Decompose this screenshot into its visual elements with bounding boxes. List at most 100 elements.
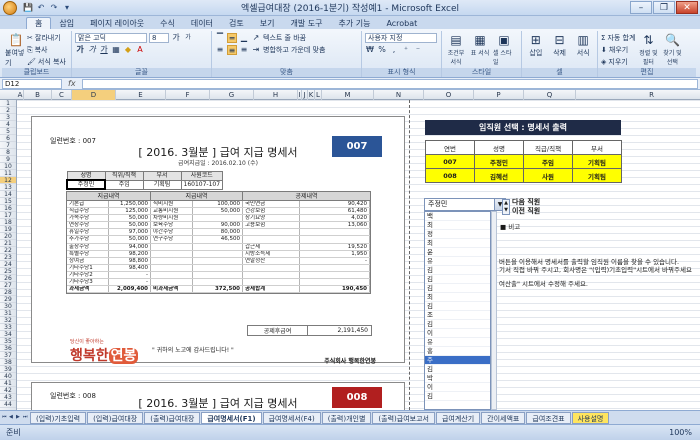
- sheet-tab[interactable]: 급여계산기: [435, 411, 481, 424]
- align-bottom-icon[interactable]: ▁: [239, 33, 249, 43]
- row-header-20[interactable]: 20: [0, 233, 16, 240]
- column-header-c[interactable]: C: [52, 90, 72, 100]
- pay-cell[interactable]: 2,009,400: [109, 286, 151, 293]
- row-header-16[interactable]: 16: [0, 205, 16, 212]
- wrap-text-button[interactable]: 텍스트 줄 바꿈: [263, 33, 306, 43]
- sheet-tab[interactable]: (출력)급여대장: [144, 411, 201, 424]
- pay-cell[interactable]: 비과세금액: [151, 286, 193, 293]
- formula-input[interactable]: [81, 78, 698, 89]
- row-header-33[interactable]: 33: [0, 324, 16, 331]
- column-header-l[interactable]: L: [315, 90, 322, 100]
- pay-cell[interactable]: -: [300, 257, 370, 264]
- number-format-combo[interactable]: 사용자 지정: [365, 33, 437, 43]
- pay-cell[interactable]: 98,800: [109, 257, 151, 264]
- pay-cell[interactable]: [193, 279, 243, 286]
- customize-qat-icon[interactable]: ▾: [62, 3, 72, 13]
- fx-icon[interactable]: fx: [68, 79, 76, 88]
- pay-cell[interactable]: -: [109, 279, 151, 286]
- sheet-tab[interactable]: (출력)개인별: [321, 411, 372, 424]
- sheet-tab[interactable]: 간이세액표: [481, 411, 526, 424]
- pay-cell[interactable]: 식비지원: [151, 201, 193, 208]
- pay-cell[interactable]: 공제합계: [243, 286, 300, 293]
- last-sheet-icon[interactable]: ⏭: [23, 413, 29, 422]
- pay-cell[interactable]: 휴일수당: [67, 229, 109, 236]
- tab-review[interactable]: 검토: [221, 17, 252, 29]
- restore-button[interactable]: ❐: [653, 1, 675, 14]
- pay-cell[interactable]: 46,500: [193, 236, 243, 243]
- dropdown-option[interactable]: 김: [425, 365, 490, 374]
- zoom-level[interactable]: 100%: [669, 425, 692, 440]
- autosum-button[interactable]: Σ 자동 합계: [601, 32, 635, 44]
- italic-button[interactable]: 가: [87, 45, 97, 55]
- sel-row2-position[interactable]: 사원: [523, 168, 573, 183]
- merge-center-button[interactable]: 병합하고 가운데 맞춤: [263, 45, 325, 55]
- orientation-icon[interactable]: ↗: [251, 33, 261, 43]
- fill-color-icon[interactable]: ◆: [123, 45, 133, 55]
- next-sheet-icon[interactable]: ▶: [16, 413, 22, 422]
- row-header-7[interactable]: 7: [0, 142, 16, 149]
- pay-cell[interactable]: 13,060: [300, 222, 370, 229]
- border-icon[interactable]: ▦: [111, 45, 121, 55]
- tab-developer[interactable]: 개발 도구: [282, 17, 330, 29]
- row-header-3[interactable]: 3: [0, 114, 16, 121]
- row-header-27[interactable]: 27: [0, 282, 16, 289]
- row-header-34[interactable]: 34: [0, 331, 16, 338]
- pay-cell[interactable]: 국민연금: [243, 201, 300, 208]
- row-header-1[interactable]: 1: [0, 100, 16, 107]
- column-header-p[interactable]: P: [474, 90, 524, 100]
- comma-icon[interactable]: ,: [389, 45, 399, 55]
- column-header-r[interactable]: R: [576, 90, 700, 100]
- pay-cell[interactable]: 50,000: [109, 236, 151, 243]
- pay-cell[interactable]: 갑근세: [243, 243, 300, 250]
- pay-cell[interactable]: [151, 243, 193, 250]
- pay-cell[interactable]: [243, 236, 300, 243]
- pay-cell[interactable]: 상여금: [67, 257, 109, 264]
- employee-dropdown-list[interactable]: 백최정최윤유김김김최김조김이유홍주김박이김: [424, 211, 491, 410]
- row-header-2[interactable]: 2: [0, 107, 16, 114]
- grow-font-button[interactable]: 가: [171, 33, 181, 43]
- row-header-9[interactable]: 9: [0, 156, 16, 163]
- pay-cell[interactable]: 고용보험: [243, 222, 300, 229]
- pay-cell[interactable]: 50,000: [193, 208, 243, 215]
- row-header-10[interactable]: 10: [0, 163, 16, 170]
- emp-dept-cell[interactable]: 기획팀: [142, 179, 182, 190]
- align-middle-icon[interactable]: ═: [227, 33, 237, 43]
- font-size-combo[interactable]: 8: [149, 33, 169, 43]
- percent-icon[interactable]: %: [377, 45, 387, 55]
- delete-cells-button[interactable]: ⊟ 삭제: [549, 32, 571, 58]
- pay-cell[interactable]: -: [109, 271, 151, 279]
- column-header-a[interactable]: A: [17, 90, 24, 100]
- dropdown-option[interactable]: 이: [425, 383, 490, 392]
- sheet-tab[interactable]: 급여명세서(F4): [262, 411, 321, 424]
- row-header-24[interactable]: 24: [0, 261, 16, 268]
- pay-cell[interactable]: [300, 271, 370, 279]
- tab-acrobat[interactable]: Acrobat: [378, 17, 425, 29]
- pay-cell[interactable]: 19,520: [300, 243, 370, 250]
- pay-cell[interactable]: 야간수당: [151, 229, 193, 236]
- row-header-35[interactable]: 35: [0, 338, 16, 345]
- pay-cell[interactable]: 50,000: [109, 215, 151, 222]
- column-header-m[interactable]: M: [322, 90, 374, 100]
- underline-button[interactable]: 가: [99, 45, 109, 55]
- row-header-12[interactable]: 12: [0, 177, 16, 184]
- sel-row1-dept[interactable]: 기획팀: [572, 154, 622, 169]
- align-left-icon[interactable]: ≡: [215, 45, 225, 55]
- pay-cell[interactable]: 190,450: [300, 286, 370, 293]
- fill-button[interactable]: ⬇ 채우기: [601, 44, 635, 56]
- column-header-n[interactable]: N: [374, 90, 424, 100]
- pay-cell[interactable]: [193, 250, 243, 257]
- sort-filter-button[interactable]: ⇅ 정렬 및 필터: [637, 32, 659, 68]
- tab-home[interactable]: 홈: [26, 17, 52, 29]
- pay-cell[interactable]: [151, 257, 193, 264]
- row-header-41[interactable]: 41: [0, 380, 16, 387]
- sheet-tab[interactable]: 급여조견표: [526, 411, 571, 424]
- row-header-44[interactable]: 44: [0, 401, 16, 408]
- pay-cell[interactable]: 372,500: [193, 286, 243, 293]
- employee-dropdown[interactable]: 주정민 ▼: [424, 198, 506, 211]
- copy-button[interactable]: ⎘ 복사: [27, 44, 66, 56]
- sel-row1-no[interactable]: 007: [425, 154, 475, 169]
- font-color-icon[interactable]: A: [135, 45, 145, 55]
- pay-cell[interactable]: 차량비지원: [151, 215, 193, 222]
- pay-cell[interactable]: 61,480: [300, 208, 370, 215]
- tab-insert[interactable]: 삽입: [51, 17, 82, 29]
